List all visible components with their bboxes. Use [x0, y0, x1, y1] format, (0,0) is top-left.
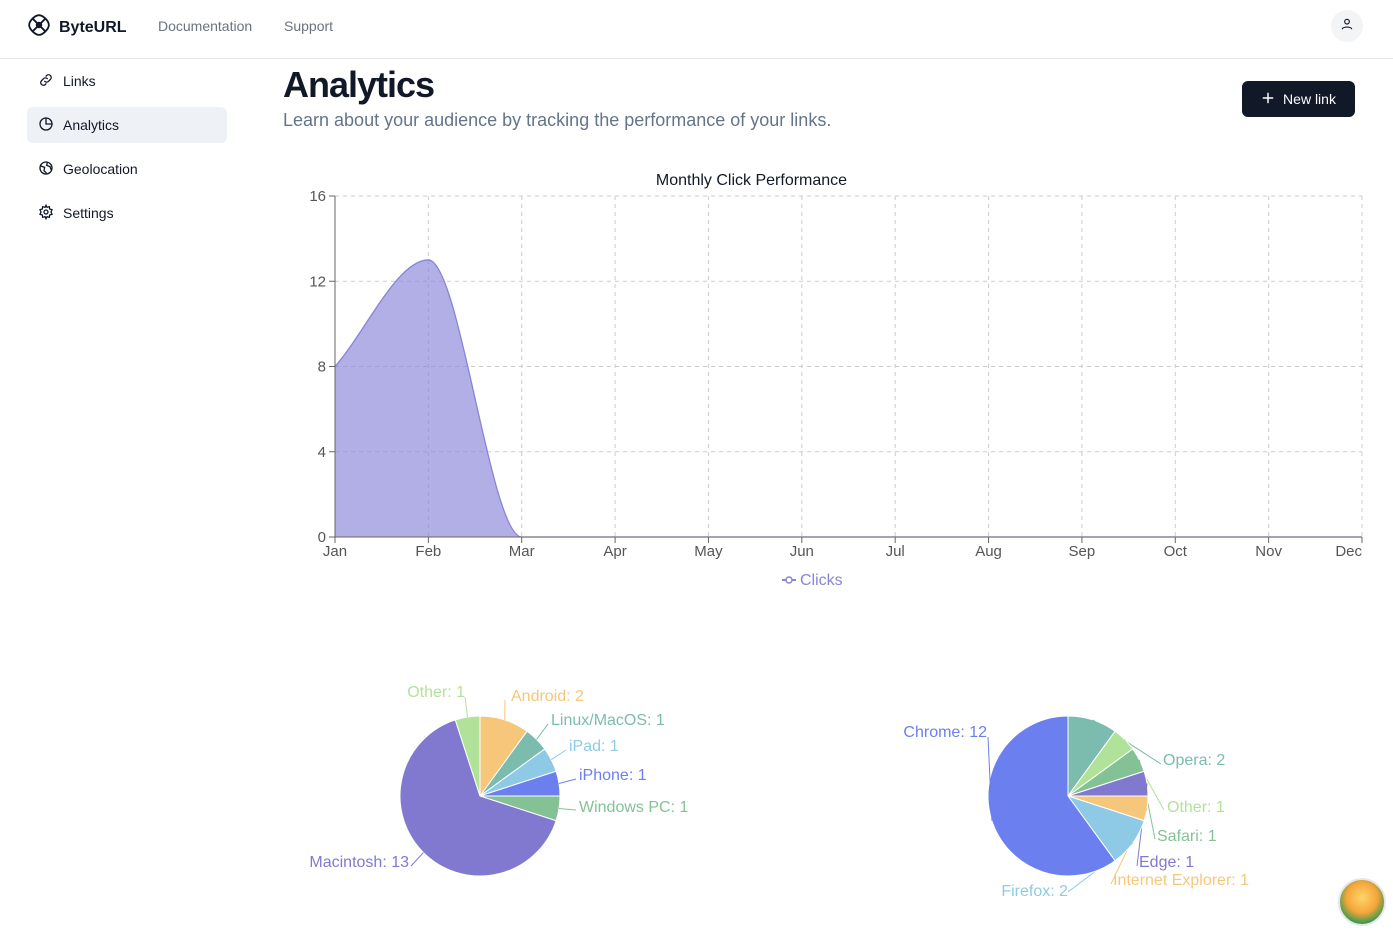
x-tick-label: May — [694, 543, 723, 560]
pie-label-internet-explorer: Internet Explorer: 1 — [1113, 872, 1249, 889]
x-tick-label: Oct — [1164, 543, 1188, 560]
pie-label-linux-macos: Linux/MacOS: 1 — [551, 712, 665, 729]
legend-label-clicks: Clicks — [800, 572, 843, 589]
pie-chart-1 — [399, 696, 577, 877]
pie-label-chrome: Chrome: 12 — [903, 724, 987, 741]
y-tick-label: 12 — [309, 273, 326, 290]
pie-label-line — [558, 778, 577, 784]
pie-label-line — [464, 696, 468, 718]
x-tick-label: Apr — [603, 543, 626, 560]
pie-label-line — [551, 749, 567, 761]
chart-legend — [782, 576, 796, 584]
pie-label-edge: Edge: 1 — [1139, 854, 1194, 871]
analytics-charts: Monthly Click Performance0481216Jan Feb Ma… — [309, 172, 1363, 900]
pie-label-android: Android: 2 — [511, 688, 584, 705]
pie-label-opera: Opera: 2 — [1163, 752, 1225, 769]
x-tick-label: Sep — [1069, 543, 1096, 560]
pie-label-windows-pc: Windows PC: 1 — [579, 799, 688, 816]
y-tick-label: 4 — [318, 444, 326, 461]
pie-label-safari: Safari: 1 — [1157, 828, 1217, 845]
pie-label-line — [410, 852, 424, 867]
y-tick-label: 16 — [309, 188, 326, 205]
chart-title: Monthly Click Performance — [656, 172, 847, 189]
y-tick-label: 8 — [318, 359, 326, 376]
x-tick-label: Jul — [886, 543, 905, 560]
x-tick-label: Jun — [790, 543, 814, 560]
x-tick-label: Jan — [323, 543, 347, 560]
x-tick-label: Dec — [1335, 543, 1362, 560]
pie-label-other: Other: 1 — [407, 684, 465, 701]
legend-dot-marker — [785, 576, 793, 584]
pie-label-line — [558, 808, 577, 811]
x-tick-label: Aug — [975, 543, 1002, 560]
pie-chart-2 — [987, 715, 1165, 893]
clicks-area — [335, 259, 1362, 537]
pie-label-iphone: iPhone: 1 — [579, 767, 647, 784]
pie-label-other: Other: 1 — [1167, 799, 1225, 816]
assistant-avatar-button[interactable] — [1338, 878, 1386, 926]
x-tick-label: Feb — [415, 543, 441, 560]
pie-label-firefox: Firefox: 2 — [1001, 883, 1068, 900]
x-tick-label: Nov — [1255, 543, 1282, 560]
pie-label-line — [536, 723, 549, 740]
pie-label-ipad: iPad: 1 — [569, 738, 619, 755]
pie-label-macintosh: Macintosh: 13 — [309, 854, 409, 871]
x-tick-label: Mar — [509, 543, 535, 560]
